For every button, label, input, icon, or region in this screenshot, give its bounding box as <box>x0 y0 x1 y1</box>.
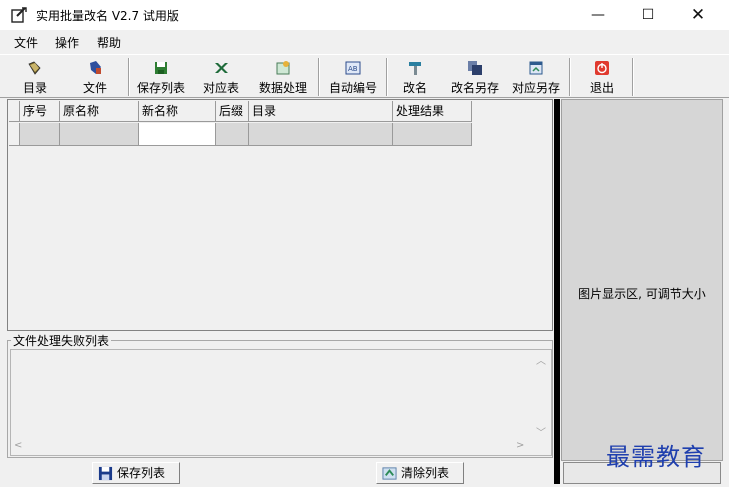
folder-icon <box>27 60 43 76</box>
save-list-label: 保存列表 <box>136 81 185 95</box>
dir-label: 目录 <box>22 81 47 95</box>
column-header-result[interactable]: 处理结果 <box>393 101 472 122</box>
close-button[interactable]: ✕ <box>675 0 721 30</box>
hammer-icon <box>407 60 423 76</box>
dir-button[interactable]: 目录 <box>8 58 62 96</box>
data-process-label: 数据处理 <box>258 81 307 95</box>
row-header[interactable] <box>9 123 20 146</box>
column-header-directory[interactable]: 目录 <box>249 101 393 122</box>
file-label: 文件 <box>82 81 107 95</box>
table-cell[interactable] <box>60 123 139 146</box>
column-header-extension[interactable]: 后缀 <box>216 101 249 122</box>
scroll-left-icon[interactable]: < <box>14 440 22 451</box>
floppy-icon <box>98 466 113 481</box>
column-header-new-name[interactable]: 新名称 <box>139 101 216 122</box>
column-header-original-name[interactable]: 原名称 <box>60 101 139 122</box>
rename-save-as-label: 改名另存 <box>450 81 499 95</box>
panel-splitter[interactable] <box>554 99 560 484</box>
mapping-save-as-label: 对应另存 <box>511 81 560 95</box>
row-header-corner <box>9 101 20 122</box>
exit-label: 退出 <box>589 81 614 95</box>
toolbar-separator <box>318 58 320 96</box>
copy-icon <box>467 60 483 76</box>
image-area-label: 图片显示区, 可调节大小 <box>578 287 706 301</box>
minimize-button[interactable]: — <box>575 0 621 30</box>
table-cell[interactable] <box>216 123 249 146</box>
save-fail-list-button[interactable]: 保存列表 <box>92 462 180 484</box>
table-cell[interactable] <box>393 123 472 146</box>
column-header-index[interactable]: 序号 <box>20 101 60 122</box>
file-icon <box>87 60 103 76</box>
scroll-down-icon[interactable]: ﹀ <box>536 424 546 439</box>
menu-help[interactable]: 帮助 <box>97 34 121 51</box>
mapping-save-as-button[interactable]: 对应另存 <box>507 58 565 96</box>
table-cell-editable[interactable] <box>139 123 216 146</box>
toolbar-separator <box>128 58 130 96</box>
floppy-icon <box>153 60 169 76</box>
auto-number-label: 自动编号 <box>328 81 377 95</box>
table-icon <box>528 60 544 76</box>
table-cell[interactable] <box>20 123 60 146</box>
rename-label: 改名 <box>402 81 427 95</box>
svg-text:AB: AB <box>348 65 358 73</box>
data-icon <box>275 60 291 76</box>
save-fail-list-label: 保存列表 <box>117 466 166 480</box>
maximize-button[interactable]: ☐ <box>625 0 671 30</box>
menu-operation[interactable]: 操作 <box>55 34 79 51</box>
rename-save-as-button[interactable]: 改名另存 <box>446 58 504 96</box>
scroll-up-icon[interactable]: ︿ <box>536 352 546 367</box>
horizontal-scrollbar[interactable] <box>11 439 531 455</box>
data-process-button[interactable]: 数据处理 <box>253 58 313 96</box>
excel-icon <box>213 60 229 76</box>
recycle-icon <box>382 466 397 481</box>
toolbar-separator <box>632 58 634 96</box>
toolbar-separator <box>569 58 571 96</box>
clear-list-label: 清除列表 <box>401 466 450 480</box>
menu-file[interactable]: 文件 <box>14 34 38 51</box>
power-icon <box>594 60 610 76</box>
window-title: 实用批量改名 V2.7 试用版 <box>36 9 179 23</box>
mapping-label: 对应表 <box>202 81 239 95</box>
rename-button[interactable]: 改名 <box>390 58 440 96</box>
table-cell[interactable] <box>249 123 393 146</box>
scroll-right-icon[interactable]: > <box>516 440 524 451</box>
watermark-text: 最需教育 <box>606 443 706 471</box>
numbering-icon: AB <box>345 60 361 76</box>
clear-list-button[interactable]: 清除列表 <box>376 462 464 484</box>
auto-number-button[interactable]: AB 自动编号 <box>322 58 384 96</box>
save-list-button[interactable]: 保存列表 <box>132 58 190 96</box>
toolbar-separator <box>386 58 388 96</box>
mapping-button[interactable]: 对应表 <box>192 58 250 96</box>
file-button[interactable]: 文件 <box>64 58 126 96</box>
fail-list-title: 文件处理失败列表 <box>11 332 112 349</box>
exit-button[interactable]: 退出 <box>574 58 630 96</box>
image-display-area <box>561 99 723 461</box>
app-icon <box>11 7 27 23</box>
